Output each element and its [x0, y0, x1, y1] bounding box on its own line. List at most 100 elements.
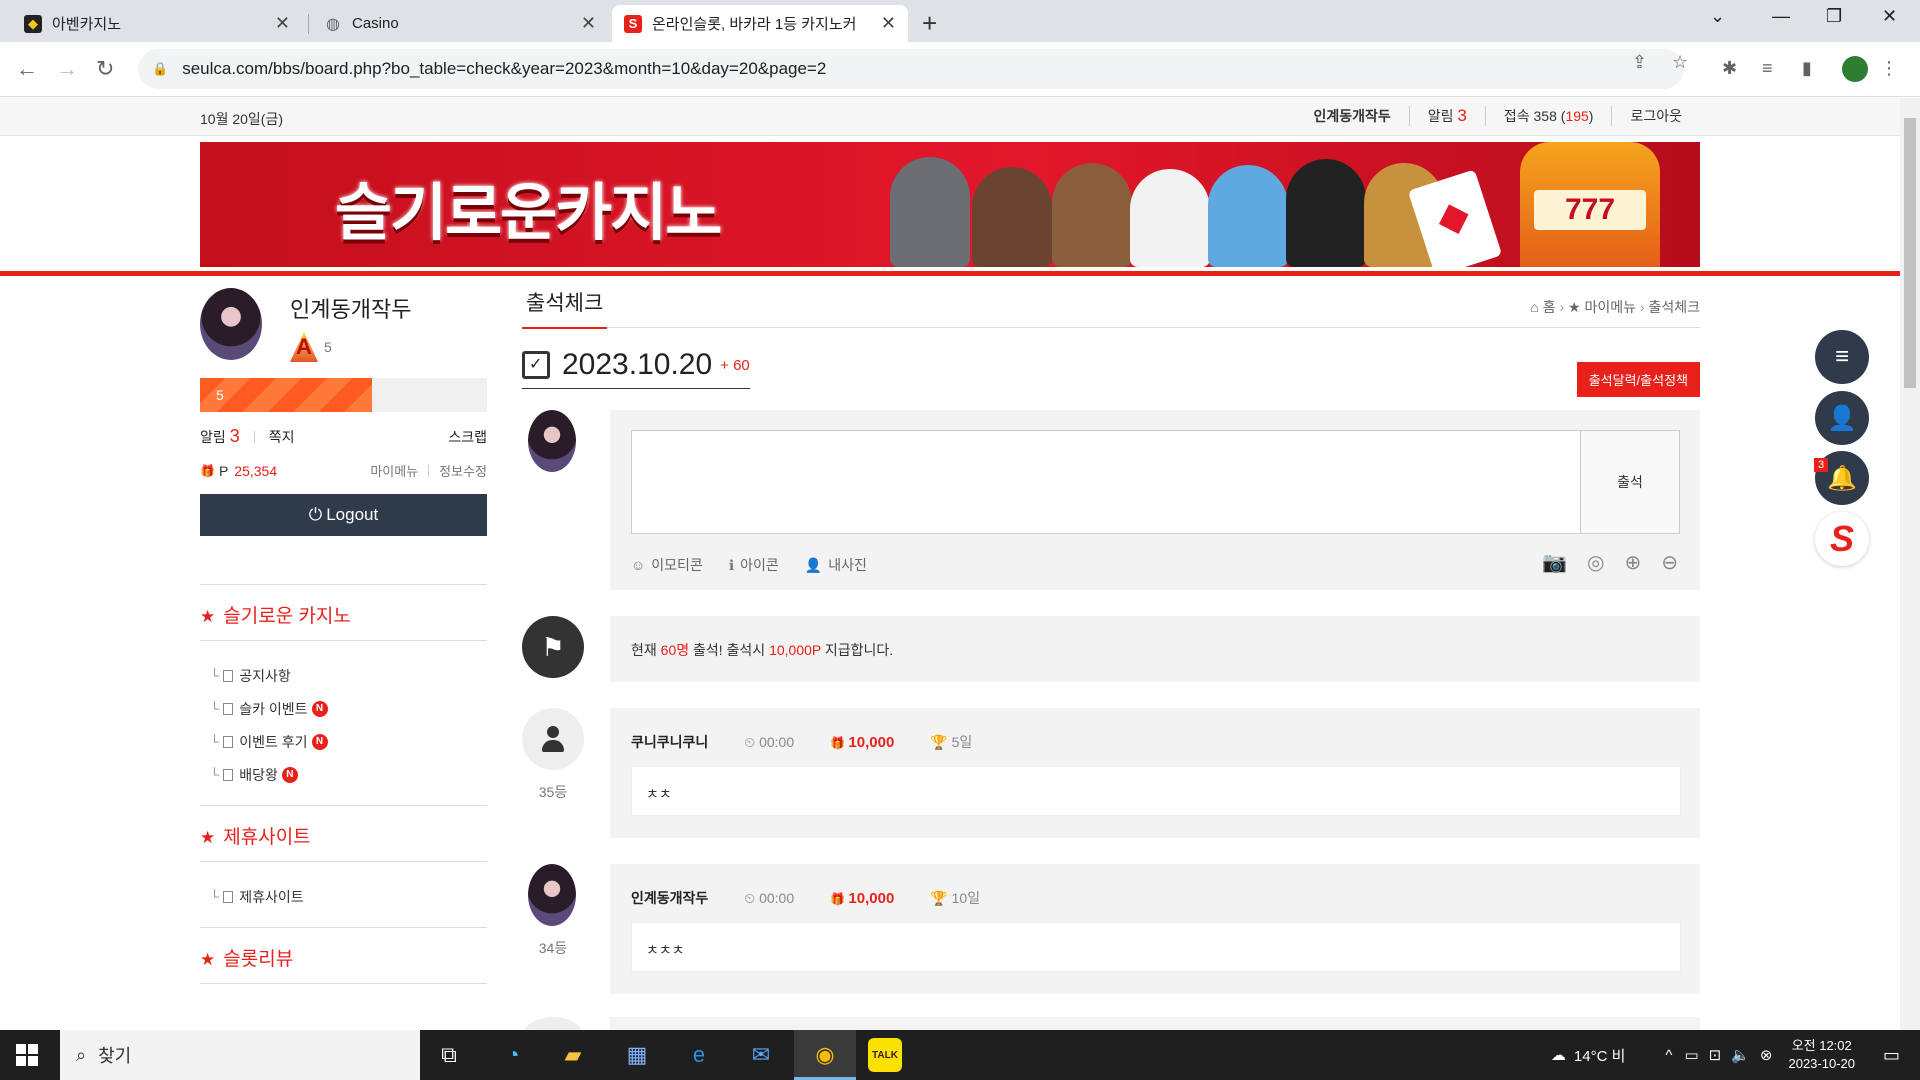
- weather-icon: ☁: [1550, 1047, 1566, 1064]
- chrome-icon[interactable]: ◉: [808, 1038, 842, 1072]
- tray-chevron-icon[interactable]: ^: [1665, 1047, 1672, 1064]
- new-tab-plus-icon[interactable]: +: [922, 8, 937, 39]
- topbar-alerts[interactable]: 알림 3: [1408, 106, 1485, 126]
- profile-name[interactable]: 인계동개작두: [290, 292, 411, 324]
- entry-message: ㅊㅊㅊ: [631, 922, 1681, 972]
- battery-icon[interactable]: ▭: [1684, 1046, 1698, 1064]
- breadcrumb-home[interactable]: 홈: [1543, 299, 1556, 315]
- memo-link[interactable]: 쪽지: [269, 427, 295, 447]
- network-icon[interactable]: ⊡: [1709, 1046, 1722, 1064]
- alerts-label: 알림: [200, 429, 226, 445]
- page-scrollbar[interactable]: [1900, 98, 1920, 1030]
- menu-dots-icon[interactable]: ⋮: [1880, 58, 1898, 79]
- tab-3-active[interactable]: S 온라인슬롯, 바카라 1등 카지노커 ✕: [612, 5, 908, 42]
- side-panel-icon[interactable]: ▮: [1802, 58, 1812, 79]
- compass-icon[interactable]: ◎: [1587, 550, 1604, 575]
- close-icon[interactable]: ✕: [581, 13, 596, 34]
- item-label: 이벤트 후기: [239, 733, 308, 750]
- my-photo-button[interactable]: 👤 내사진: [805, 555, 867, 575]
- menu-hamburger-icon[interactable]: ≡: [1815, 330, 1869, 384]
- sidebar-item-event-review[interactable]: └ 이벤트 후기 N: [210, 725, 487, 758]
- sidebar-alerts[interactable]: 알림 3: [200, 426, 240, 447]
- comment-input[interactable]: [631, 430, 1581, 534]
- weather-text[interactable]: 14°C 비: [1574, 1045, 1625, 1066]
- default-avatar-icon: [522, 708, 584, 770]
- bookmark-star-icon[interactable]: ☆: [1672, 52, 1688, 73]
- minimize-icon[interactable]: —: [1772, 6, 1790, 27]
- site-logo-button[interactable]: S: [1815, 512, 1869, 566]
- trophy-icon: 🏆: [930, 890, 952, 906]
- close-icon[interactable]: ✕: [881, 13, 896, 34]
- tab-2[interactable]: ◍ Casino ✕: [312, 5, 608, 42]
- topbar-nickname[interactable]: 인계동개작두: [1295, 106, 1408, 126]
- slot-machine: 777: [1520, 142, 1660, 267]
- camera-icon[interactable]: 📷: [1542, 550, 1567, 575]
- entry-rank: 34등: [538, 940, 568, 956]
- notification-icon[interactable]: ▭: [1883, 1045, 1900, 1066]
- logout-button[interactable]: ⏻ Logout: [200, 494, 487, 536]
- mymenu-link[interactable]: 마이메뉴: [370, 461, 418, 480]
- store-icon[interactable]: ▦: [620, 1038, 654, 1072]
- edit-info-link[interactable]: 정보수정: [439, 461, 487, 480]
- window-close-icon[interactable]: ✕: [1882, 6, 1897, 27]
- avatar[interactable]: [200, 288, 262, 360]
- section-title[interactable]: 슬기로운 카지노: [223, 606, 351, 627]
- media-list-icon[interactable]: ≡: [1762, 58, 1773, 79]
- minus-circle-icon[interactable]: ⊖: [1661, 550, 1678, 575]
- volume-icon[interactable]: 🔈: [1731, 1046, 1750, 1064]
- internet-explorer-icon[interactable]: e: [682, 1038, 716, 1072]
- reload-icon[interactable]: ↻: [96, 56, 114, 82]
- left-sidebar: 인계동개작두 A 5 5 알림 3 쪽지 스크랩 🎁 P 25,354 마이메뉴 …: [200, 288, 487, 984]
- breadcrumb-mymenu[interactable]: 마이메뉴: [1584, 299, 1636, 315]
- task-view-icon[interactable]: ⧉: [432, 1038, 466, 1072]
- section-title[interactable]: 제휴사이트: [223, 827, 310, 848]
- back-arrow-icon[interactable]: ←: [16, 56, 38, 82]
- power-icon: ⏻: [308, 505, 323, 524]
- points-prefix: P: [218, 462, 229, 479]
- scroll-thumb[interactable]: [1904, 118, 1916, 388]
- document-icon: [223, 735, 234, 748]
- user-icon[interactable]: 👤: [1815, 391, 1869, 445]
- windows-start-icon[interactable]: [16, 1044, 38, 1066]
- taskbar-clock[interactable]: 오전 12:02 2023-10-20: [1788, 1037, 1855, 1073]
- sidebar-item-notice[interactable]: └ 공지사항: [210, 659, 487, 692]
- file-explorer-icon[interactable]: ▰: [556, 1038, 590, 1072]
- taskbar-search[interactable]: ⌕ 찾기: [60, 1030, 420, 1080]
- edge-icon[interactable]: ◔: [496, 1038, 530, 1072]
- entry-name[interactable]: 인계동개작두: [631, 888, 708, 908]
- sidebar-item-payout-king[interactable]: └ 배당왕 N: [210, 758, 487, 791]
- share-icon[interactable]: ⇪: [1632, 52, 1647, 73]
- bell-badge: 3: [1814, 458, 1829, 472]
- tab-1[interactable]: ◆ 아벤카지노 ✕: [12, 5, 302, 42]
- forward-arrow-icon[interactable]: →: [56, 56, 78, 82]
- sidebar-item-partner[interactable]: └ 제휴사이트: [210, 880, 487, 913]
- profile-avatar[interactable]: [1842, 56, 1868, 82]
- document-icon: [223, 768, 234, 781]
- entry-name[interactable]: 쿠니쿠니쿠니: [631, 732, 708, 752]
- calendar-policy-button[interactable]: 출석달력/출석정책: [1576, 362, 1700, 397]
- icon-button[interactable]: ℹ 아이콘: [729, 555, 779, 575]
- ime-icon[interactable]: ⊗: [1760, 1046, 1773, 1064]
- close-icon[interactable]: ✕: [275, 13, 290, 34]
- maximize-icon[interactable]: ❐: [1826, 6, 1842, 27]
- site-banner[interactable]: 슬기로운카지노 777: [200, 142, 1700, 267]
- clock-icon: ⏲: [744, 733, 760, 750]
- sidebar-item-event[interactable]: └ 슬카 이벤트 N: [210, 692, 487, 725]
- item-label: 공지사항: [239, 667, 291, 684]
- attend-submit-button[interactable]: 출석: [1580, 430, 1680, 534]
- points-value: 25,354: [234, 462, 278, 479]
- profile-box: 인계동개작두 A 5: [200, 288, 487, 362]
- main-content: 출석체크 ⌂ 홈 › ★ 마이메뉴 › 출석체크 2023.10.20 + 60…: [522, 283, 1700, 994]
- plus-circle-icon[interactable]: ⊕: [1624, 550, 1641, 575]
- scrap-link[interactable]: 스크랩: [448, 427, 487, 447]
- emoticon-button[interactable]: ☺ 이모티콘: [631, 555, 703, 575]
- extensions-puzzle-icon[interactable]: ✱: [1722, 58, 1737, 79]
- alerts-count: 3: [229, 426, 240, 446]
- kakaotalk-icon[interactable]: TALK: [868, 1038, 902, 1072]
- entry-time: 00:00: [759, 733, 795, 750]
- section-title[interactable]: 슬롯리뷰: [223, 949, 293, 970]
- url-omnibox[interactable]: 🔒 seulca.com/bbs/board.php?bo_table=chec…: [138, 49, 1684, 89]
- topbar-logout-link[interactable]: 로그아웃: [1611, 106, 1700, 126]
- tab-search-chevron-icon[interactable]: ⌄: [1710, 6, 1725, 27]
- mail-icon[interactable]: ✉: [744, 1038, 778, 1072]
